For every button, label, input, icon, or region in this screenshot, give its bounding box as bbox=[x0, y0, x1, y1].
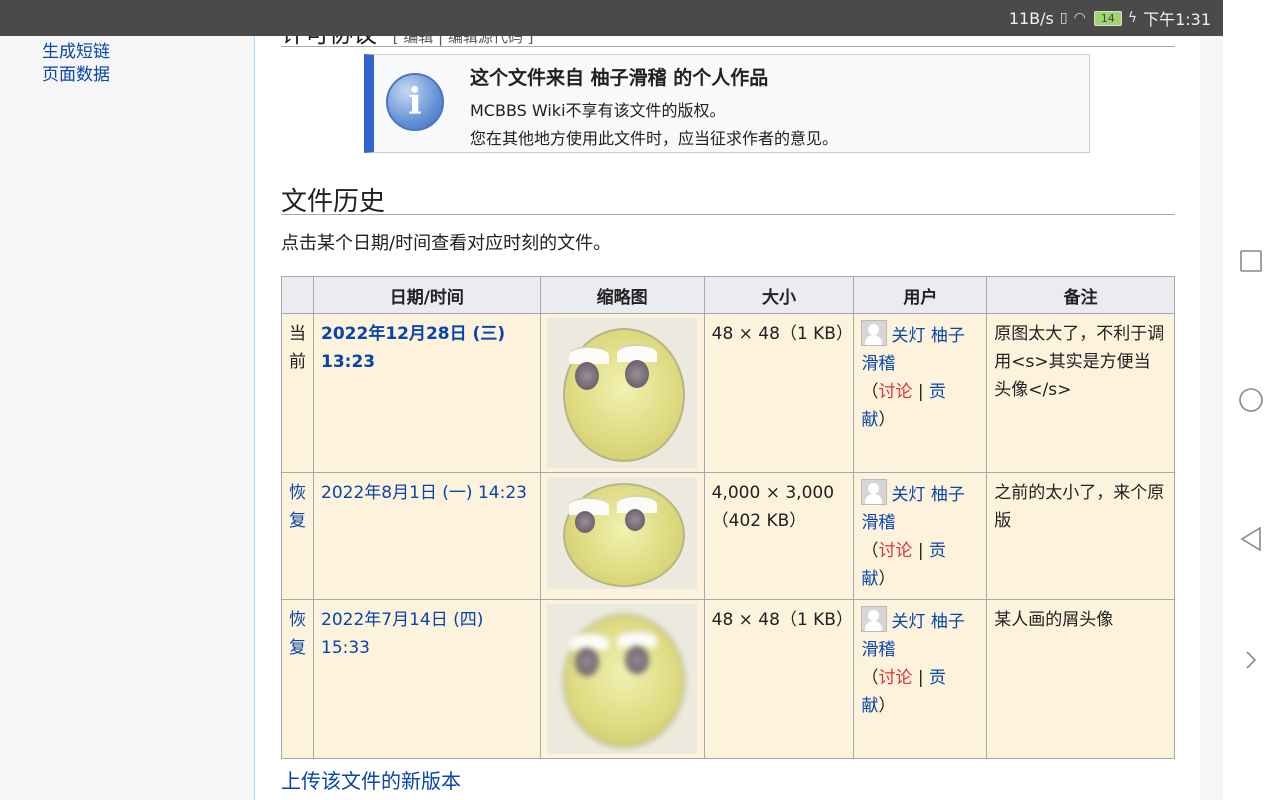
network-speed: 11B/s bbox=[1008, 8, 1054, 28]
column-header: 用户 bbox=[853, 276, 988, 314]
revision-thumbnail[interactable] bbox=[546, 477, 697, 589]
vibrate-icon: ▯ bbox=[1059, 10, 1068, 26]
user-talk-link[interactable]: 讨论 bbox=[878, 541, 912, 561]
revision-size: 48 × 48（1 KB） bbox=[703, 599, 855, 759]
avatar bbox=[861, 320, 888, 346]
column-header: 日期/时间 bbox=[313, 276, 541, 314]
table-row: 恢复 2022年8月1日 (一) 14:23 4,000 × 3,000（402… bbox=[281, 472, 1175, 600]
table-header-row: 日期/时间 缩略图 大小 用户 备注 bbox=[281, 276, 1175, 314]
info-icon: i bbox=[386, 73, 444, 131]
revision-thumbnail[interactable] bbox=[546, 318, 697, 468]
revision-size: 4,000 × 3,000（402 KB） bbox=[703, 472, 855, 600]
revision-date-link[interactable]: 2022年12月28日 (三) 13:23 bbox=[321, 324, 505, 372]
file-history-table: 日期/时间 缩略图 大小 用户 备注 当前 2022年12月28日 (三) 13… bbox=[281, 276, 1175, 759]
sidebar: 生成短链 页面数据 bbox=[0, 36, 254, 800]
user-talk-link[interactable]: 讨论 bbox=[878, 668, 912, 688]
sidebar-item-short-link[interactable]: 生成短链 bbox=[42, 37, 110, 62]
file-history-heading: 文件历史 bbox=[281, 181, 1175, 216]
column-header bbox=[281, 276, 314, 314]
table-row: 当前 2022年12月28日 (三) 13:23 48 × 48（1 KB） 关… bbox=[281, 313, 1175, 473]
upload-new-version-link[interactable]: 上传该文件的新版本 bbox=[281, 765, 461, 794]
license-title: 这个文件来自 柚子滑稽 的个人作品 bbox=[470, 67, 769, 89]
recent-apps-icon[interactable] bbox=[1239, 249, 1263, 273]
status-bar: 11B/s ▯ ◠ 14 ϟ 下午1:31 bbox=[0, 0, 1223, 36]
revert-link[interactable]: 恢复 bbox=[289, 610, 306, 658]
user-talk-link[interactable]: 讨论 bbox=[878, 382, 912, 402]
chevron-right-icon[interactable] bbox=[1239, 648, 1263, 672]
license-box: i 这个文件来自 柚子滑稽 的个人作品 MCBBS Wiki不享有该文件的版权。… bbox=[364, 54, 1090, 153]
system-nav-bar bbox=[1223, 0, 1280, 800]
revision-thumbnail[interactable] bbox=[546, 604, 697, 754]
revision-comment: 某人画的屑头像 bbox=[986, 599, 1175, 759]
revert-link[interactable]: 恢复 bbox=[289, 483, 306, 531]
revision-date-link[interactable]: 2022年7月14日 (四) 15:33 bbox=[321, 610, 483, 658]
table-row: 恢复 2022年7月14日 (四) 15:33 48 × 48（1 KB） 关灯… bbox=[281, 599, 1175, 759]
revision-date-link[interactable]: 2022年8月1日 (一) 14:23 bbox=[321, 483, 527, 503]
revision-comment: 之前的太小了，来个原版 bbox=[986, 472, 1175, 600]
revision-status: 当前 bbox=[281, 313, 314, 473]
wifi-icon: ◠ bbox=[1073, 10, 1086, 26]
battery-icon: 14 bbox=[1093, 10, 1122, 26]
revision-comment: 原图太大了，不利于调用<s>其实是方便当头像</s> bbox=[986, 313, 1175, 473]
column-header: 缩略图 bbox=[539, 276, 705, 314]
file-history-intro: 点击某个日期/时间查看对应时刻的文件。 bbox=[281, 233, 612, 254]
main-content: 许可协议 [ 编辑 | 编辑源代码 ] i 这个文件来自 柚子滑稽 的个人作品 … bbox=[254, 0, 1200, 800]
home-icon[interactable] bbox=[1239, 388, 1263, 412]
license-line: 您在其他地方使用此文件时，应当征求作者的意见。 bbox=[470, 129, 839, 148]
sidebar-item-page-info[interactable]: 页面数据 bbox=[42, 60, 110, 85]
avatar bbox=[861, 606, 888, 632]
column-header: 备注 bbox=[986, 276, 1175, 314]
clock: 下午1:31 bbox=[1143, 10, 1211, 29]
license-line: MCBBS Wiki不享有该文件的版权。 bbox=[470, 101, 726, 120]
charging-icon: ϟ bbox=[1127, 10, 1138, 26]
back-icon[interactable] bbox=[1239, 527, 1263, 551]
revision-size: 48 × 48（1 KB） bbox=[703, 313, 855, 473]
avatar bbox=[861, 479, 888, 505]
column-header: 大小 bbox=[703, 276, 855, 314]
